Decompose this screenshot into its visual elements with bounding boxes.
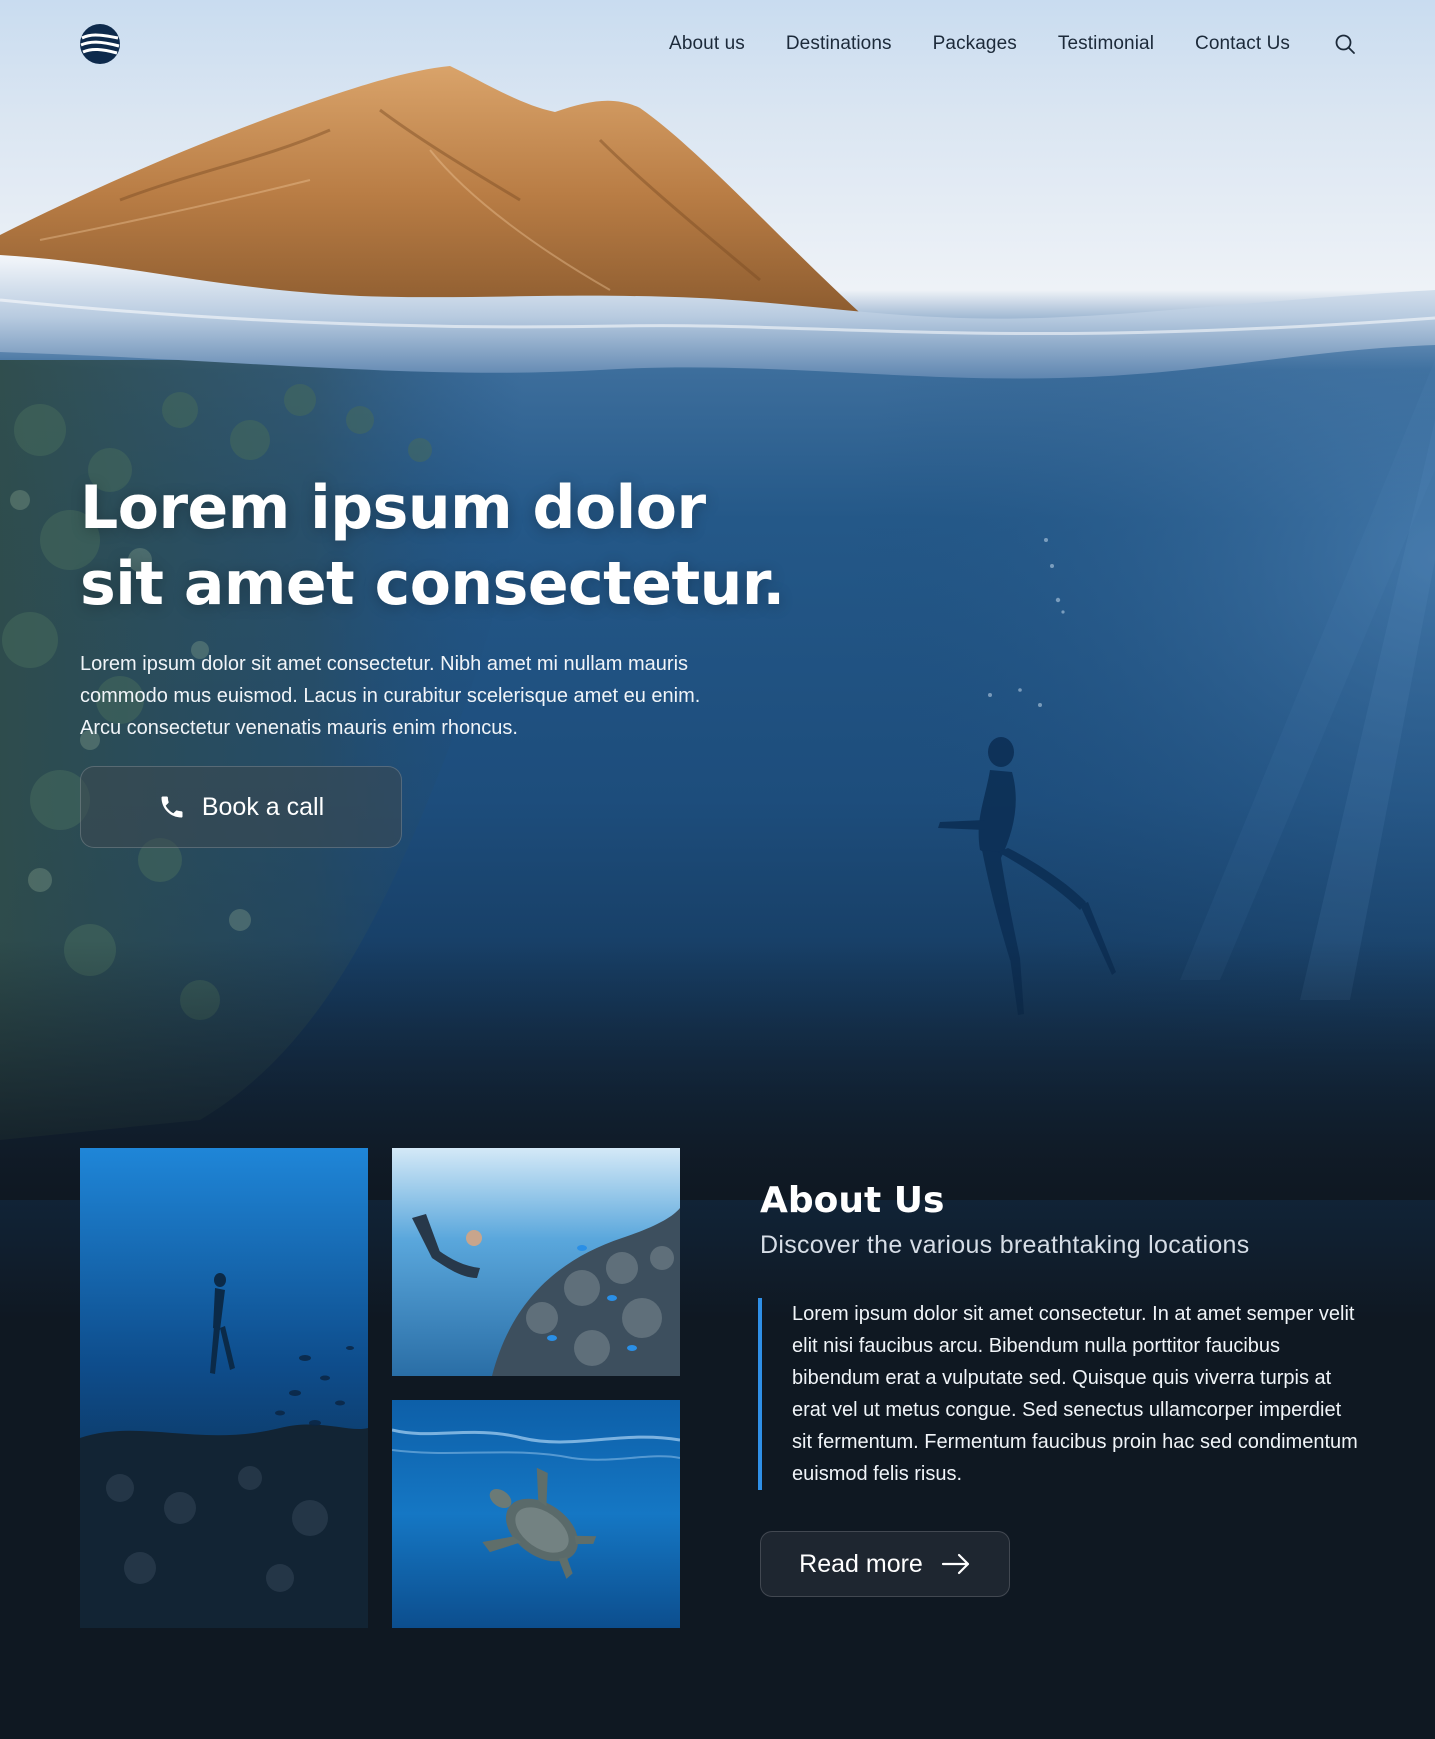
book-a-call-label: Book a call <box>201 792 325 821</box>
logo-icon[interactable] <box>80 24 120 64</box>
hero-title: Lorem ipsum dolor sit amet consectetur. <box>80 473 785 619</box>
nav-destinations[interactable]: Destinations <box>786 30 892 58</box>
nav-testimonial[interactable]: Testimonial <box>1058 30 1154 58</box>
about-title: About Us <box>760 1180 945 1221</box>
main-nav: About us Destinations Packages Testimoni… <box>669 30 1357 58</box>
diver-coral-reef-photo <box>392 1148 680 1376</box>
read-more-label: Read more <box>799 1549 923 1578</box>
arrow-right-icon <box>941 1553 969 1575</box>
about-subtitle: Discover the various breathtaking locati… <box>760 1231 1250 1259</box>
search-icon[interactable] <box>1333 32 1357 56</box>
nav-about-us[interactable]: About us <box>669 30 745 58</box>
about-quote: Lorem ipsum dolor sit amet consectetur. … <box>758 1298 1358 1490</box>
page: About us Destinations Packages Testimoni… <box>0 0 1435 1739</box>
sea-turtle-photo <box>392 1400 680 1628</box>
diver-descending-photo <box>80 1148 368 1628</box>
nav-packages[interactable]: Packages <box>933 30 1017 58</box>
book-a-call-button[interactable]: Book a call <box>80 766 402 848</box>
nav-contact-us[interactable]: Contact Us <box>1195 30 1290 58</box>
about-body: Lorem ipsum dolor sit amet consectetur. … <box>792 1303 1358 1485</box>
read-more-button[interactable]: Read more <box>760 1531 1010 1597</box>
phone-icon <box>161 796 183 818</box>
hero-description: Lorem ipsum dolor sit amet consectetur. … <box>80 653 701 739</box>
